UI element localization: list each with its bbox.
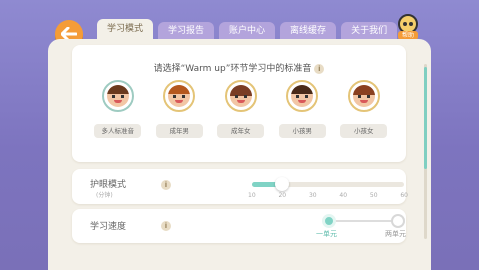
voice-selection-card: 请选择“Warm up”环节学习中的标准音 i 多人标准音 成年男 成年女 小孩… <box>72 45 406 162</box>
avatar <box>163 80 196 112</box>
tick-label: 10 <box>248 192 256 199</box>
info-icon[interactable]: i <box>161 221 171 231</box>
boy-avatar-icon <box>291 85 314 107</box>
tab-offline-cache[interactable]: 离线缓存 <box>280 22 337 40</box>
voice-option-girl[interactable]: 小孩女 <box>333 80 395 138</box>
avatar <box>224 80 257 112</box>
tick-label: 20 <box>278 192 287 199</box>
speed-option-one-unit-label[interactable]: 一单元 <box>316 229 337 239</box>
speed-label: 学习速度 <box>90 222 127 232</box>
settings-panel: 请选择“Warm up”环节学习中的标准音 i 多人标准音 成年男 成年女 小孩… <box>48 39 431 270</box>
tick-label: 40 <box>339 192 348 199</box>
tab-study-mode[interactable]: 学习模式 <box>97 19 154 40</box>
adult-male-avatar-icon <box>168 85 191 107</box>
voice-title: 请选择“Warm up”环节学习中的标准音 i <box>72 61 406 74</box>
eye-protection-card: 护眼模式 (分钟) i 10 20 30 40 50 60 <box>72 169 408 204</box>
eye-mode-ticks: 10 20 30 40 50 60 <box>248 192 408 199</box>
voice-option-label: 多人标准音 <box>94 124 142 138</box>
voice-option-label: 小孩男 <box>278 124 326 138</box>
help-button[interactable]: 帮助 <box>397 14 419 40</box>
speed-option-one-unit-radio[interactable] <box>322 214 336 228</box>
eye-mode-unit: (分钟) <box>96 192 113 199</box>
tab-bar: 学习模式 学习报告 账户中心 离线缓存 关于我们 <box>97 19 398 40</box>
speed-connector-line <box>329 220 398 222</box>
voice-options: 多人标准音 成年男 成年女 小孩男 小孩女 <box>87 80 395 138</box>
voice-title-text: 请选择“Warm up”环节学习中的标准音 <box>153 64 312 74</box>
avatar <box>286 80 319 112</box>
voice-option-multi[interactable]: 多人标准音 <box>87 80 149 138</box>
info-icon[interactable]: i <box>314 63 325 74</box>
tick-label: 60 <box>400 192 408 199</box>
voice-option-label: 小孩女 <box>340 124 388 138</box>
eye-mode-slider-knob[interactable] <box>275 177 290 191</box>
study-speed-card: 学习速度 i 一单元 两单元 <box>72 209 406 243</box>
tab-about-us[interactable]: 关于我们 <box>341 22 398 40</box>
info-icon[interactable]: i <box>161 180 171 190</box>
tab-account-center[interactable]: 账户中心 <box>219 22 276 40</box>
speed-option-two-units-label[interactable]: 两单元 <box>385 229 406 239</box>
speed-option-two-units-radio[interactable] <box>391 214 405 228</box>
scrollbar-thumb[interactable] <box>424 67 427 169</box>
avatar <box>347 80 380 112</box>
group-avatar-icon <box>106 85 129 107</box>
adult-female-avatar-icon <box>229 85 252 107</box>
voice-option-adult-male[interactable]: 成年男 <box>149 80 211 138</box>
tab-study-report[interactable]: 学习报告 <box>158 22 215 40</box>
voice-option-adult-female[interactable]: 成年女 <box>210 80 272 138</box>
girl-avatar-icon <box>352 85 375 107</box>
voice-option-label: 成年男 <box>155 124 203 138</box>
tick-label: 50 <box>369 192 378 199</box>
tick-label: 30 <box>308 192 317 199</box>
avatar <box>101 80 134 112</box>
voice-option-boy[interactable]: 小孩男 <box>272 80 334 138</box>
eye-mode-label: 护眼模式 <box>90 180 127 190</box>
voice-option-label: 成年女 <box>217 124 265 138</box>
